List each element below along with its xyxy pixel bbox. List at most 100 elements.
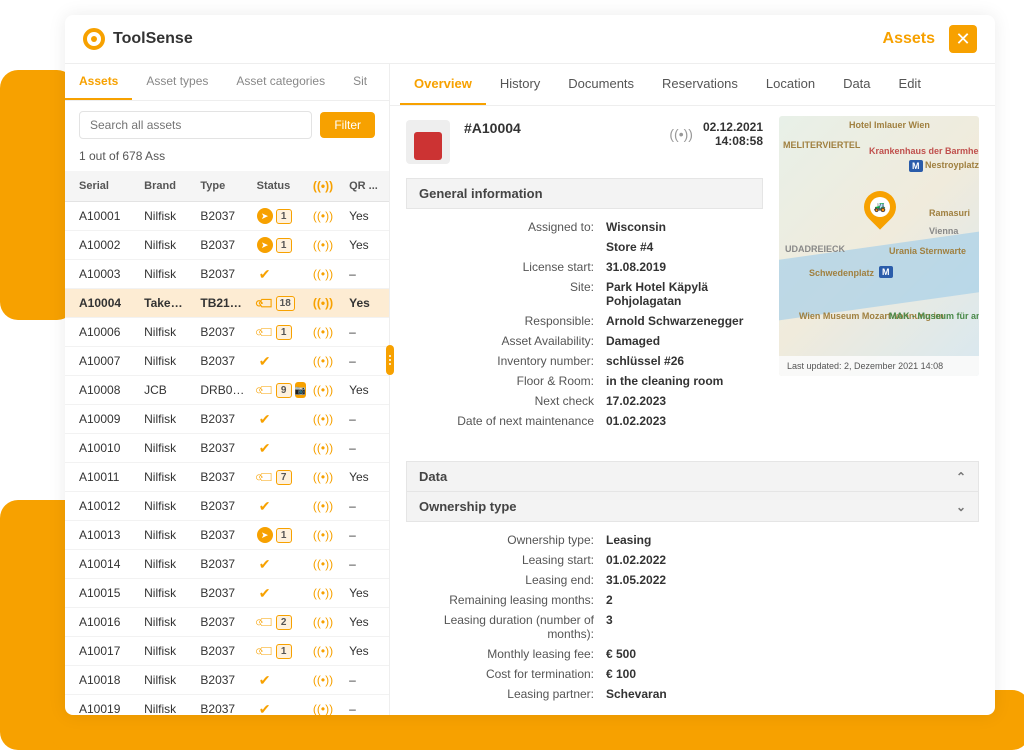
close-panel-button[interactable]: ✕ bbox=[949, 25, 977, 53]
info-value: Leasing bbox=[606, 533, 979, 547]
cell-status: ➤1 bbox=[251, 521, 307, 550]
info-value: € 100 bbox=[606, 667, 979, 681]
info-value: Wisconsin bbox=[606, 220, 763, 234]
cell-status: ➤1 bbox=[251, 202, 307, 231]
cell-signal: ((•)) bbox=[307, 666, 343, 695]
cell-qr: – bbox=[343, 492, 389, 521]
tag-icon: 🏷 bbox=[253, 611, 276, 634]
info-label: Responsible: bbox=[406, 314, 606, 328]
tab-data[interactable]: Data bbox=[829, 64, 884, 105]
table-row[interactable]: A10013NilfiskB2037➤1((•))– bbox=[65, 521, 389, 550]
section-general[interactable]: General information bbox=[406, 178, 763, 209]
table-row[interactable]: A10008JCBDRB019🏷9📷1((•))Yes bbox=[65, 376, 389, 405]
cell-signal: ((•)) bbox=[307, 463, 343, 492]
sub-tab-asset-types[interactable]: Asset types bbox=[132, 64, 222, 100]
table-row[interactable]: A10009NilfiskB2037✔((•))– bbox=[65, 405, 389, 434]
tab-overview[interactable]: Overview bbox=[400, 64, 486, 105]
sub-tab-sit[interactable]: Sit bbox=[339, 64, 381, 100]
table-row[interactable]: A10017NilfiskB2037🏷1((•))Yes bbox=[65, 637, 389, 666]
panel-resize-handle[interactable] bbox=[386, 345, 394, 375]
col-signal[interactable]: ((•)) bbox=[307, 171, 343, 202]
info-label: Leasing duration (number of months): bbox=[406, 613, 606, 641]
table-row[interactable]: A10012NilfiskB2037✔((•))– bbox=[65, 492, 389, 521]
cell-status: ✔ bbox=[251, 347, 307, 376]
section-ownership[interactable]: Ownership type⌄ bbox=[406, 491, 979, 522]
table-row[interactable]: A10014NilfiskB2037✔((•))– bbox=[65, 550, 389, 579]
cell-type: B2037 bbox=[194, 550, 250, 579]
tab-edit[interactable]: Edit bbox=[885, 64, 935, 105]
table-row[interactable]: A10006NilfiskB2037🏷1((•))– bbox=[65, 318, 389, 347]
cell-brand: Takeushi bbox=[138, 289, 194, 318]
section-data[interactable]: Data⌃ bbox=[406, 461, 979, 492]
app-window: ToolSense Assets ✕ AssetsAsset typesAsse… bbox=[65, 15, 995, 715]
table-row[interactable]: A10001NilfiskB2037➤1((•))Yes bbox=[65, 202, 389, 231]
cell-status: ✔ bbox=[251, 550, 307, 579]
info-label bbox=[406, 240, 606, 254]
cell-serial: A10001 bbox=[65, 202, 138, 231]
tab-history[interactable]: History bbox=[486, 64, 554, 105]
table-row[interactable]: A10007NilfiskB2037✔((•))– bbox=[65, 347, 389, 376]
cell-brand: Nilfisk bbox=[138, 492, 194, 521]
cell-type: B2037 bbox=[194, 637, 250, 666]
info-label: Remaining leasing months: bbox=[406, 593, 606, 607]
cell-brand: Nilfisk bbox=[138, 521, 194, 550]
signal-icon: ((•)) bbox=[669, 126, 693, 142]
check-icon: ✔ bbox=[257, 411, 273, 427]
col-brand[interactable]: Brand bbox=[138, 171, 194, 202]
cell-signal: ((•)) bbox=[307, 318, 343, 347]
cell-status: ✔ bbox=[251, 260, 307, 289]
filter-button[interactable]: Filter bbox=[320, 112, 375, 138]
col-qr[interactable]: QR ... bbox=[343, 171, 389, 202]
cell-serial: A10013 bbox=[65, 521, 138, 550]
info-row: Leasing start:01.02.2022 bbox=[406, 550, 979, 570]
check-icon: ✔ bbox=[257, 585, 273, 601]
cell-qr: – bbox=[343, 695, 389, 716]
col-serial[interactable]: Serial bbox=[65, 171, 138, 202]
tab-documents[interactable]: Documents bbox=[554, 64, 648, 105]
status-badge: 9 bbox=[276, 383, 292, 398]
cell-qr: Yes bbox=[343, 463, 389, 492]
cell-serial: A10015 bbox=[65, 579, 138, 608]
check-icon: ✔ bbox=[257, 266, 273, 282]
cell-signal: ((•)) bbox=[307, 637, 343, 666]
tab-location[interactable]: Location bbox=[752, 64, 829, 105]
search-input[interactable] bbox=[79, 111, 312, 139]
col-status[interactable]: Status bbox=[251, 171, 307, 202]
table-row[interactable]: A10015NilfiskB2037✔((•))Yes bbox=[65, 579, 389, 608]
info-value: 01.02.2023 bbox=[606, 414, 763, 428]
table-row[interactable]: A10003NilfiskB2037✔((•))– bbox=[65, 260, 389, 289]
detail-tabs: OverviewHistoryDocumentsReservationsLoca… bbox=[390, 64, 995, 106]
cell-signal: ((•)) bbox=[307, 347, 343, 376]
info-value: 2 bbox=[606, 593, 979, 607]
table-row[interactable]: A10004TakeushiTB215R🏷18((•))Yes bbox=[65, 289, 389, 318]
col-type[interactable]: Type bbox=[194, 171, 250, 202]
sub-tab-assets[interactable]: Assets bbox=[65, 64, 132, 100]
info-value: € 500 bbox=[606, 647, 979, 661]
cell-brand: Nilfisk bbox=[138, 608, 194, 637]
cell-type: B2037 bbox=[194, 695, 250, 716]
camera-icon: 📷 bbox=[295, 382, 306, 398]
tab-reservations[interactable]: Reservations bbox=[648, 64, 752, 105]
table-row[interactable]: A10010NilfiskB2037✔((•))– bbox=[65, 434, 389, 463]
table-row[interactable]: A10016NilfiskB2037🏷2((•))Yes bbox=[65, 608, 389, 637]
table-row[interactable]: A10002NilfiskB2037➤1((•))Yes bbox=[65, 231, 389, 260]
cell-brand: Nilfisk bbox=[138, 202, 194, 231]
location-map[interactable]: Hotel Imlauer Wien MELITERVIERTEL Kranke… bbox=[779, 116, 979, 376]
location-icon: ➤ bbox=[257, 208, 273, 224]
table-row[interactable]: A10019NilfiskB2037✔((•))– bbox=[65, 695, 389, 716]
info-row: License start:31.08.2019 bbox=[406, 257, 763, 277]
sub-tab-asset-categories[interactable]: Asset categories bbox=[222, 64, 339, 100]
table-row[interactable]: A10018NilfiskB2037✔((•))– bbox=[65, 666, 389, 695]
cell-qr: – bbox=[343, 347, 389, 376]
cell-serial: A10006 bbox=[65, 318, 138, 347]
cell-signal: ((•)) bbox=[307, 550, 343, 579]
cell-brand: Nilfisk bbox=[138, 231, 194, 260]
status-badge: 1 bbox=[276, 325, 292, 340]
info-row: Floor & Room:in the cleaning room bbox=[406, 371, 763, 391]
status-badge: 1 bbox=[276, 209, 292, 224]
table-row[interactable]: A10011NilfiskB2037🏷7((•))Yes bbox=[65, 463, 389, 492]
info-value: 31.08.2019 bbox=[606, 260, 763, 274]
signal-icon: ((•)) bbox=[313, 412, 333, 426]
tag-icon: 🏷 bbox=[253, 466, 276, 489]
cell-status: 🏷7 bbox=[251, 463, 307, 492]
